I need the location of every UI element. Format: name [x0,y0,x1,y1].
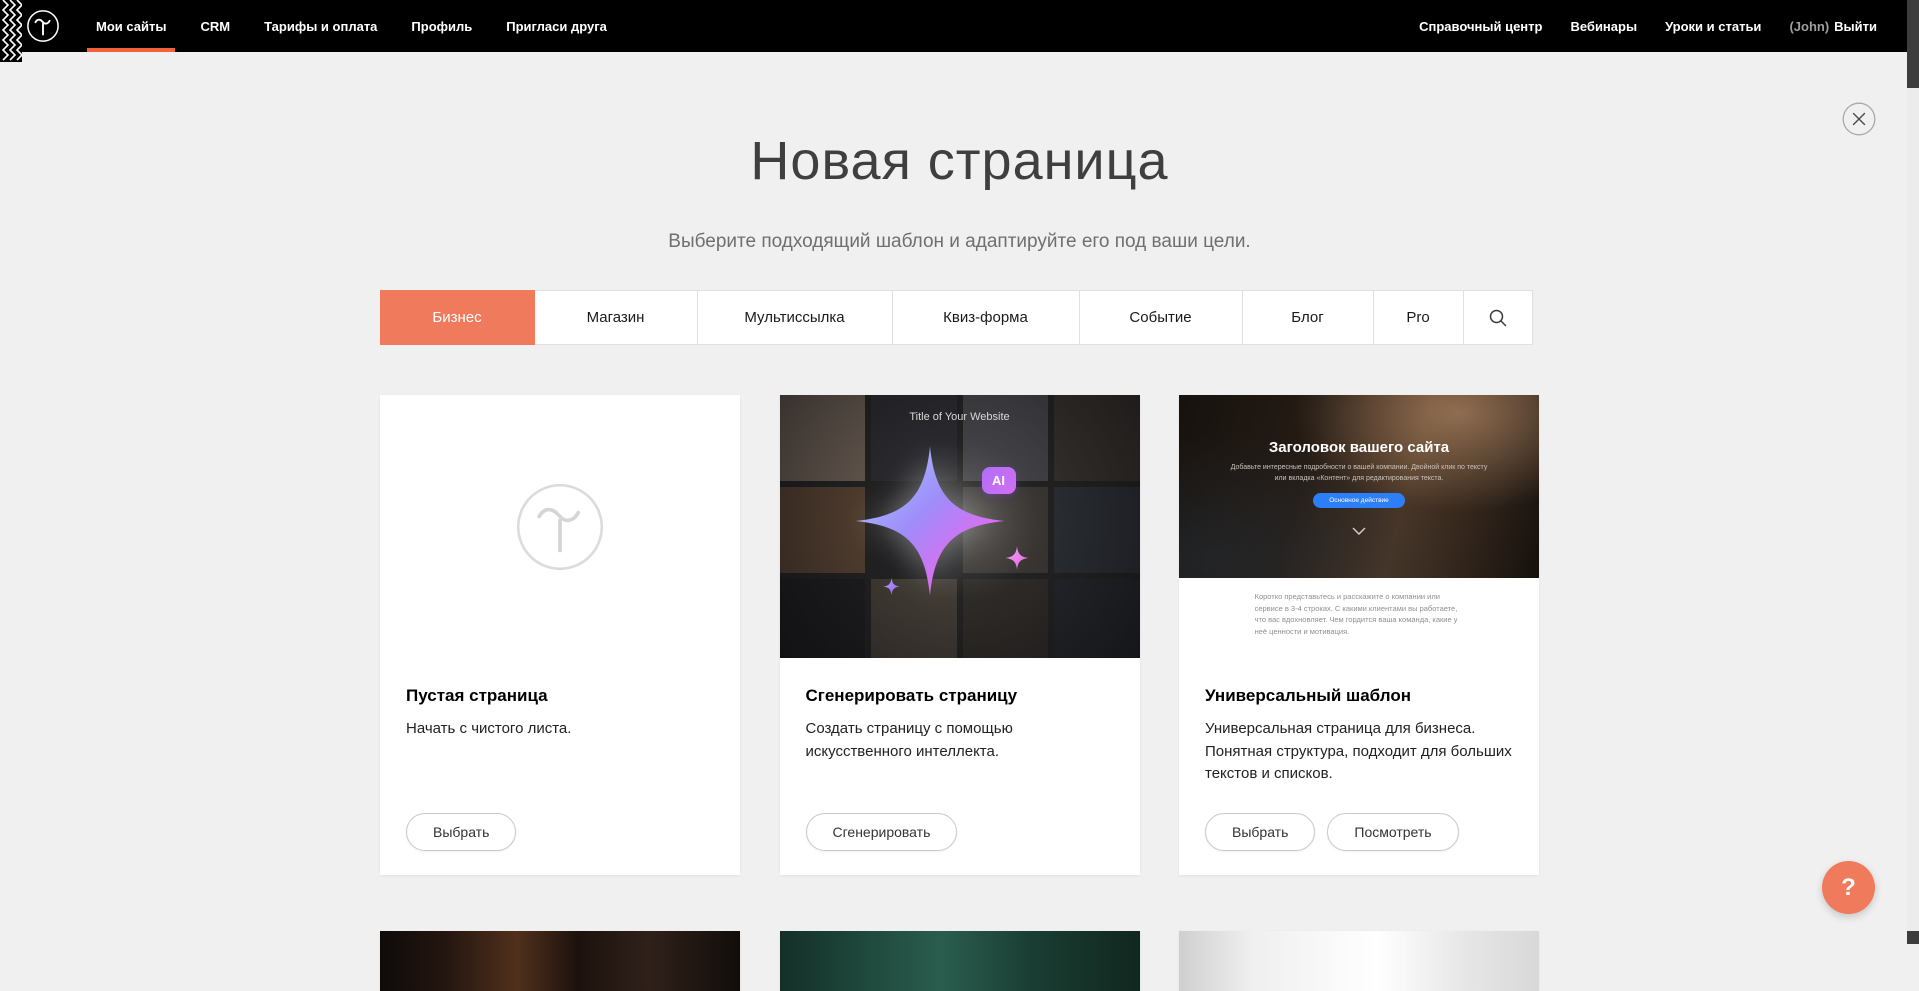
category-tabs: Бизнес Магазин Мультиссылка Квиз-форма С… [380,290,1540,345]
choose-button[interactable]: Выбрать [1205,813,1315,851]
close-button[interactable] [1842,102,1876,136]
card-actions: Выбрать [406,813,516,851]
preview-hero-button: Основное действие [1313,493,1405,508]
logout-link[interactable]: Выйти [1834,19,1877,34]
small-sparkle-icon [1004,545,1030,571]
close-icon [1842,102,1876,136]
nav-invite-friend[interactable]: Пригласи друга [506,0,607,52]
preview-site-title: Title of Your Website [780,411,1140,423]
nav-help-center[interactable]: Справочный центр [1419,19,1542,34]
next-template-preview-2[interactable] [780,931,1140,991]
next-template-preview-1[interactable] [380,931,740,991]
card-body: Пустая страница Начать с чистого листа. [380,658,740,741]
tab-quiz-form[interactable]: Квиз-форма [892,290,1080,345]
next-template-preview-3[interactable] [1179,931,1539,991]
user-block: (John) Выйти [1789,19,1877,34]
ai-badge: AI [982,467,1016,494]
help-button[interactable]: ? [1822,861,1875,914]
card-title: Пустая страница [406,686,714,706]
main-menu: Мои сайты CRM Тарифы и оплата Профиль Пр… [96,0,607,52]
ai-sparkle-icon [848,439,1012,603]
card-title: Универсальный шаблон [1205,686,1513,706]
nav-webinars[interactable]: Вебинары [1570,19,1637,34]
preview-hero: Заголовок вашего сайта Добавьте интересн… [1179,395,1539,578]
universal-preview: Заголовок вашего сайта Добавьте интересн… [1179,395,1539,658]
nav-profile[interactable]: Профиль [411,0,472,52]
generate-button[interactable]: Сгенерировать [806,813,958,851]
top-navbar: Мои сайты CRM Тарифы и оплата Профиль Пр… [0,0,1919,52]
chevron-down-icon [1179,522,1539,540]
nav-crm[interactable]: CRM [200,0,230,52]
template-card-universal[interactable]: Заголовок вашего сайта Добавьте интересн… [1179,395,1539,875]
nav-lessons[interactable]: Уроки и статьи [1665,19,1761,34]
card-description: Создать страницу с помощью искусственног… [806,718,1114,763]
tab-business[interactable]: Бизнес [380,290,535,345]
card-actions: Сгенерировать [806,813,958,851]
search-tab[interactable] [1463,290,1533,345]
choose-button[interactable]: Выбрать [406,813,516,851]
tilda-logo[interactable] [26,9,60,43]
preview-body-text: Коротко представьтесь и расскажите о ком… [1255,591,1464,638]
preview-hero-title: Заголовок вашего сайта [1179,439,1539,456]
small-sparkle-icon [882,577,901,596]
search-icon [1488,308,1508,328]
ai-preview: Title of Your Website [780,395,1140,658]
nav-my-sites[interactable]: Мои сайты [96,0,166,52]
preview-hero-subtitle: Добавьте интересные подробности о вашей … [1229,463,1488,484]
tilda-watermark-icon [513,480,607,574]
template-grid: Пустая страница Начать с чистого листа. … [380,395,1539,875]
card-description: Универсальная страница для бизнеса. Поня… [1205,718,1513,786]
nav-tariffs[interactable]: Тарифы и оплата [264,0,377,52]
card-body: Универсальный шаблон Универсальная стран… [1179,658,1539,786]
preview-text-section: Коротко представьтесь и расскажите о ком… [1179,578,1539,658]
user-name: (John) [1789,19,1829,34]
secondary-menu: Справочный центр Вебинары Уроки и статьи… [1419,19,1919,34]
card-actions: Выбрать Посмотреть [1205,813,1459,851]
page-title: Новая страница [0,130,1919,192]
view-button[interactable]: Посмотреть [1327,813,1458,851]
template-card-ai-generate[interactable]: Title of Your Website [780,395,1140,875]
tab-pro[interactable]: Pro [1373,290,1464,345]
tab-blog[interactable]: Блог [1242,290,1374,345]
page-subtitle: Выберите подходящий шаблон и адаптируйте… [0,228,1919,256]
tab-shop[interactable]: Магазин [534,290,698,345]
template-card-blank[interactable]: Пустая страница Начать с чистого листа. … [380,395,740,875]
tab-event[interactable]: Событие [1079,290,1243,345]
card-title: Сгенерировать страницу [806,686,1114,706]
card-body: Сгенерировать страницу Создать страницу … [780,658,1140,763]
scrollbar-thumb[interactable] [1907,0,1919,88]
scrollbar[interactable] [1907,0,1919,944]
card-description: Начать с чистого листа. [406,718,714,741]
template-grid-row2 [380,931,1539,991]
zigzag-decoration-icon [0,0,22,62]
scrollbar-corner [1907,931,1919,944]
blank-preview [380,395,740,658]
tab-multilink[interactable]: Мультиссылка [697,290,893,345]
new-page-dialog: Новая страница Выберите подходящий шабло… [0,130,1919,991]
